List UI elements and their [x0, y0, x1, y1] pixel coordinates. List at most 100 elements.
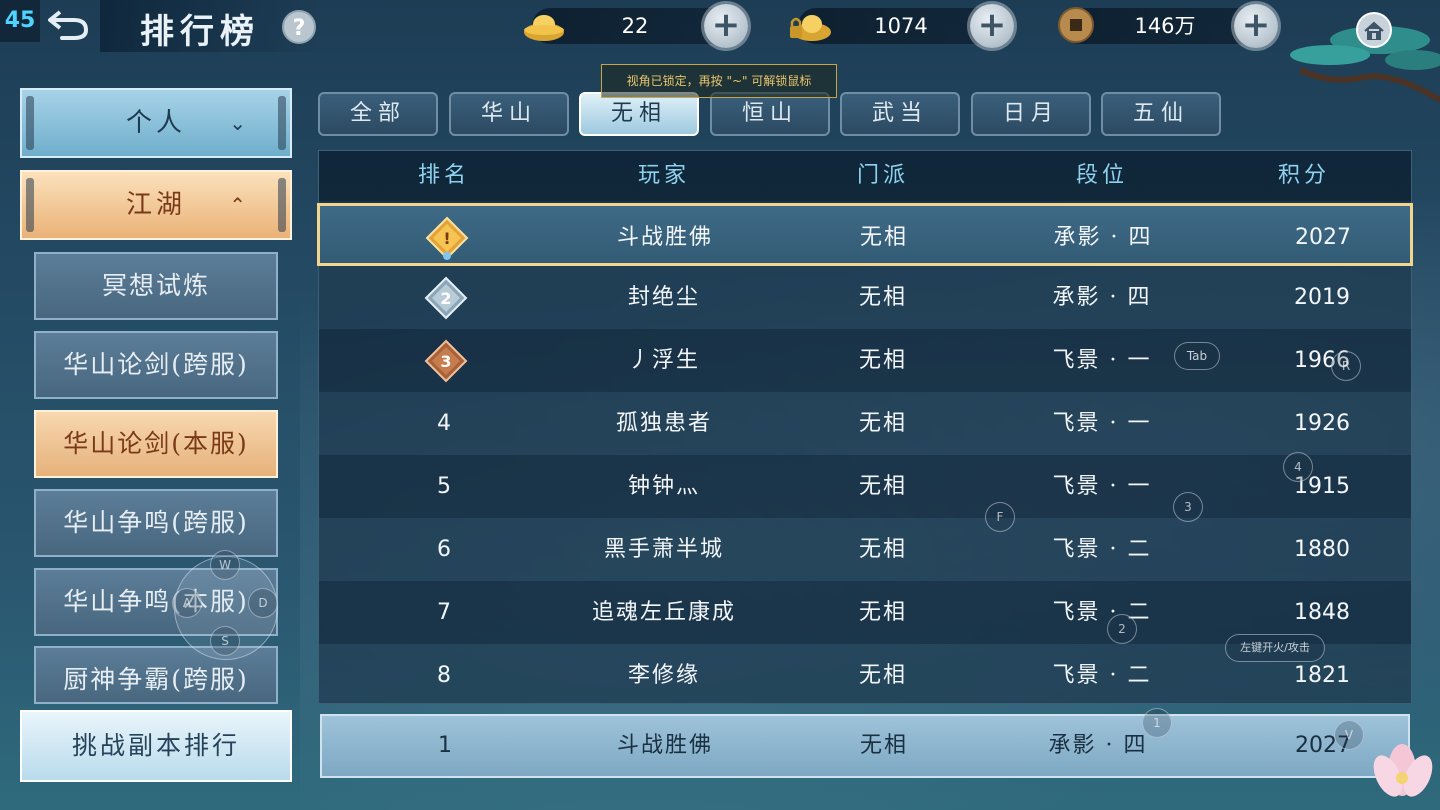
table-row[interactable]: ! 斗战胜佛 无相 承影 · 四 2027	[317, 203, 1413, 266]
currency-gold: 22 +	[524, 4, 748, 48]
pine-tree-decoration	[1290, 26, 1440, 103]
my-tier: 承影 · 四	[1048, 733, 1148, 758]
attack-hint: 左键开火/攻击	[1225, 634, 1325, 662]
key-hint-s: S	[210, 626, 240, 656]
player-school: 无相	[858, 600, 908, 625]
gold-medal-icon: !	[425, 216, 469, 260]
player-school: 无相	[858, 348, 908, 373]
home-button[interactable]	[1356, 12, 1392, 48]
table-row[interactable]: 5 钟钟灬 无相 飞景 · 一 1915	[319, 455, 1411, 518]
player-school: 无相	[858, 537, 908, 562]
player-school: 无相	[859, 225, 909, 250]
my-school: 无相	[859, 733, 909, 758]
player-tier: 飞景 · 一	[1052, 348, 1152, 373]
lotus-decoration	[1373, 744, 1433, 797]
category-jianghu[interactable]: 江湖 ⌃	[20, 170, 292, 240]
player-rank: 7	[437, 600, 451, 625]
key-hint-w: W	[210, 550, 240, 580]
gold-ingot-icon	[524, 15, 564, 41]
key-hint-4: 4	[1283, 452, 1313, 482]
player-name: 封绝尘	[627, 285, 701, 310]
chevron-up-icon: ⌃	[229, 193, 250, 217]
player-name: 斗战胜佛	[616, 225, 714, 250]
svg-text:3: 3	[440, 352, 451, 371]
my-name: 斗战胜佛	[616, 733, 714, 758]
menu-item-huashan-debate-local[interactable]: 华山论剑(本服)	[34, 410, 278, 478]
add-gold-button[interactable]: +	[704, 4, 748, 48]
category-personal-label: 个人	[125, 108, 186, 138]
header-score: 积分	[1277, 163, 1331, 188]
player-rank: 8	[437, 663, 451, 688]
help-button[interactable]: ?	[282, 10, 316, 44]
my-rank: 1	[438, 733, 452, 758]
player-tier: 承影 · 四	[1053, 225, 1153, 250]
category-jianghu-label: 江湖	[125, 190, 186, 220]
header-player: 玩家	[637, 163, 691, 188]
player-name: 丿浮生	[627, 348, 701, 373]
tab-all[interactable]: 全部	[318, 92, 438, 136]
player-score: 2019	[1294, 285, 1350, 310]
player-rank: 4	[437, 411, 451, 436]
svg-text:2: 2	[440, 289, 451, 308]
bound-gold-ingot-icon	[790, 15, 831, 41]
player-name: 孤独患者	[615, 411, 713, 436]
table-row[interactable]: 2 封绝尘 无相 承影 · 四 2019	[319, 266, 1411, 329]
challenge-dungeon-ranking-button[interactable]: 挑战副本排行	[20, 710, 292, 782]
tab-wuxiang[interactable]: 无相	[579, 92, 699, 136]
currency-bound-gold: 1074 +	[790, 4, 1014, 48]
player-school: 无相	[858, 285, 908, 310]
key-hint-d: D	[248, 588, 278, 618]
player-tier: 飞景 · 一	[1052, 474, 1152, 499]
add-bound-gold-button[interactable]: +	[970, 4, 1014, 48]
my-rank-row: 1 斗战胜佛 无相 承影 · 四 2027	[320, 714, 1410, 778]
key-hint-a: A	[172, 588, 202, 618]
key-hint-r: R	[1331, 351, 1361, 381]
player-school: 无相	[858, 411, 908, 436]
key-hint-v: V	[1334, 720, 1364, 750]
table-header: 排名 玩家 门派 段位 积分	[319, 151, 1411, 201]
player-tier: 飞景 · 二	[1052, 663, 1152, 688]
header-tier: 段位	[1075, 163, 1129, 188]
tab-hengshan[interactable]: 恒山	[710, 92, 830, 136]
player-name: 李修缘	[627, 663, 701, 688]
table-row[interactable]: 6 黑手萧半城 无相 飞景 · 二 1880	[319, 518, 1411, 581]
header-rank: 排名	[417, 163, 471, 188]
menu-item-meditation-trial[interactable]: 冥想试炼	[34, 252, 278, 320]
header-school: 门派	[856, 163, 910, 188]
silver-medal-icon: 2	[424, 276, 468, 320]
table-row[interactable]: 4 孤独患者 无相 飞景 · 一 1926	[319, 392, 1411, 455]
player-tier: 飞景 · 二	[1052, 600, 1152, 625]
key-hint-tab: Tab	[1174, 342, 1220, 370]
home-icon	[1364, 21, 1384, 40]
back-button[interactable]	[44, 6, 92, 42]
category-personal[interactable]: 个人 ⌄	[20, 88, 292, 158]
copper-amount: 146万	[1134, 14, 1196, 38]
gold-amount: 22	[621, 14, 649, 38]
key-hint-2: 2	[1107, 614, 1137, 644]
menu-item-huashan-debate-cross[interactable]: 华山论剑(跨服)	[34, 331, 278, 399]
key-hint-1: 1	[1142, 708, 1172, 738]
table-row[interactable]: 3 丿浮生 无相 飞景 · 一 1966	[319, 329, 1411, 392]
fps-counter: 45	[0, 0, 40, 42]
tab-huashan[interactable]: 华山	[449, 92, 569, 136]
bound-gold-amount: 1074	[874, 14, 928, 38]
key-hint-3: 3	[1173, 492, 1203, 522]
tab-wudang[interactable]: 武当	[840, 92, 960, 136]
tab-riyue[interactable]: 日月	[971, 92, 1091, 136]
player-name: 钟钟灬	[627, 474, 701, 499]
player-name: 黑手萧半城	[603, 537, 725, 562]
page-title: 排行榜	[140, 12, 260, 52]
player-tier: 承影 · 四	[1052, 285, 1152, 310]
player-rank: 6	[437, 537, 451, 562]
player-score: 1926	[1294, 411, 1350, 436]
player-rank: 5	[437, 474, 451, 499]
camera-lock-tooltip: 视角已锁定，再按 "~" 可解锁鼠标	[601, 64, 837, 98]
svg-text:!: !	[443, 229, 450, 248]
back-arrow-icon	[48, 10, 89, 40]
player-school: 无相	[858, 474, 908, 499]
key-hint-f: F	[985, 502, 1015, 532]
tab-wuxian[interactable]: 五仙	[1101, 92, 1221, 136]
chevron-down-icon: ⌄	[229, 111, 250, 135]
bronze-medal-icon: 3	[424, 339, 468, 383]
menu-item-huashan-contest-cross[interactable]: 华山争鸣(跨服)	[34, 489, 278, 557]
